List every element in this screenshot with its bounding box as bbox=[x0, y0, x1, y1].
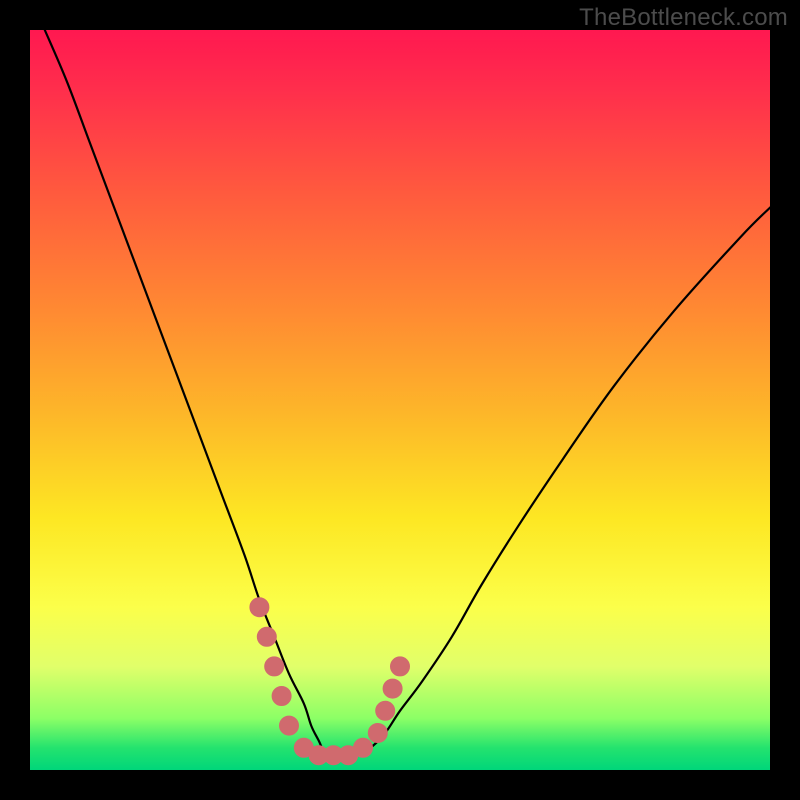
curve-marker bbox=[272, 687, 291, 706]
curve-marker bbox=[250, 598, 269, 617]
curve-marker bbox=[368, 724, 387, 743]
curve-markers bbox=[250, 598, 410, 765]
plot-area bbox=[30, 30, 770, 770]
curve-marker bbox=[257, 627, 276, 646]
curve-marker bbox=[354, 738, 373, 757]
watermark-text: TheBottleneck.com bbox=[579, 4, 788, 32]
curve-svg bbox=[30, 30, 770, 770]
curve-marker bbox=[391, 657, 410, 676]
curve-marker bbox=[280, 716, 299, 735]
chart-frame: TheBottleneck.com bbox=[0, 0, 800, 800]
bottleneck-curve bbox=[45, 30, 770, 756]
curve-marker bbox=[265, 657, 284, 676]
curve-marker bbox=[376, 701, 395, 720]
curve-marker bbox=[383, 679, 402, 698]
